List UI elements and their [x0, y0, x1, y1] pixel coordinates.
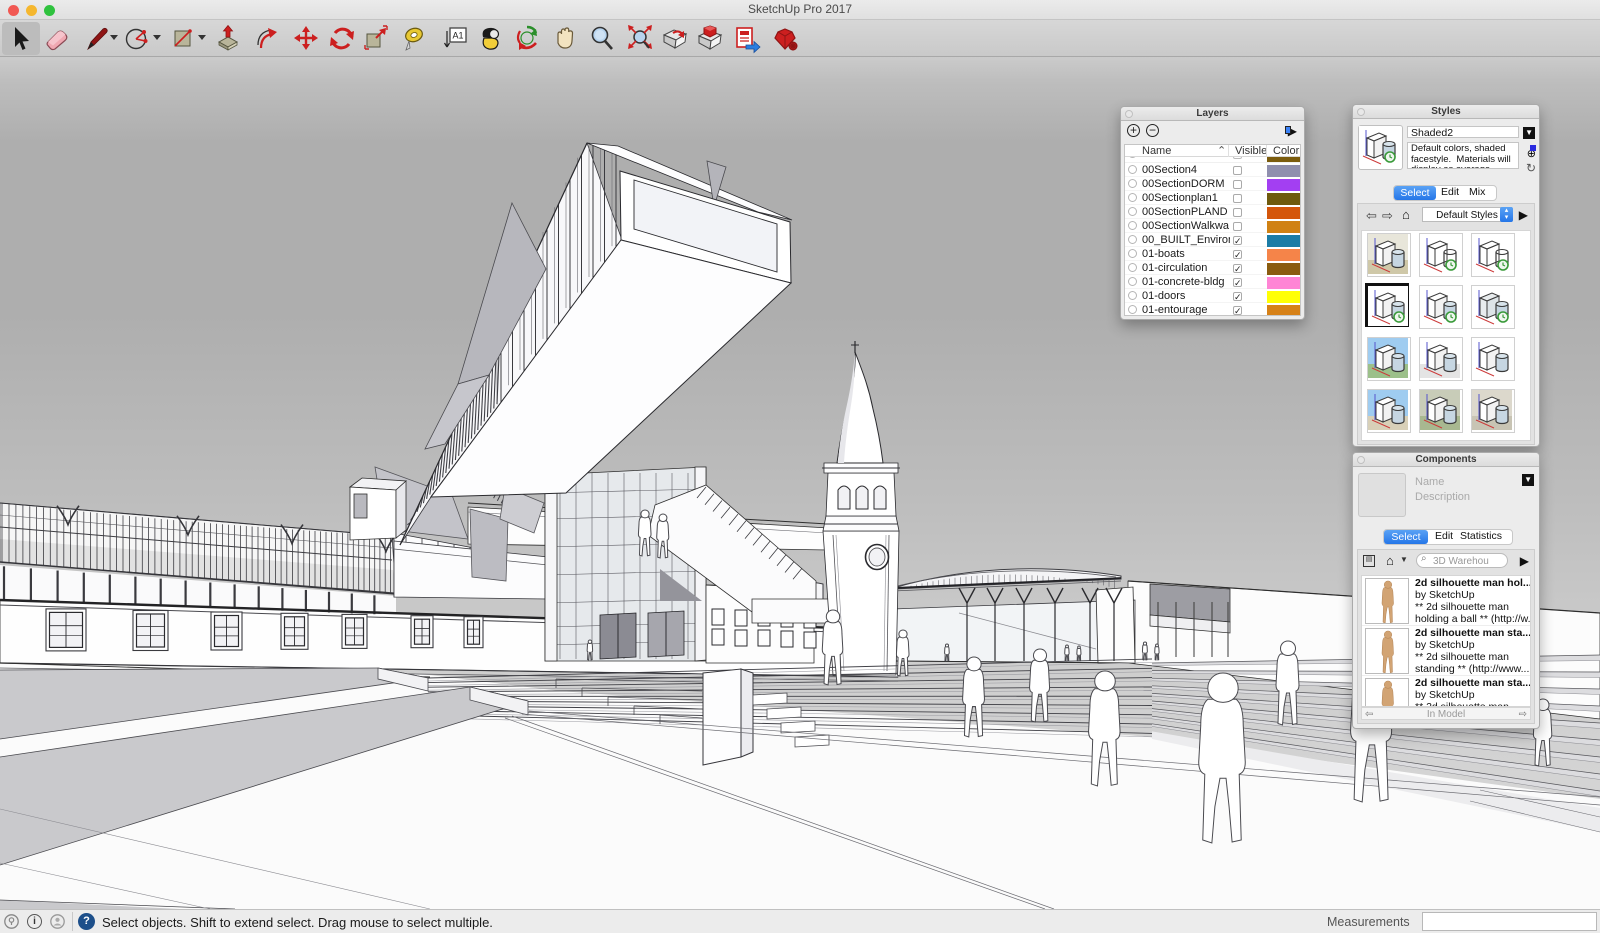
svg-text:A1: A1	[452, 31, 463, 41]
